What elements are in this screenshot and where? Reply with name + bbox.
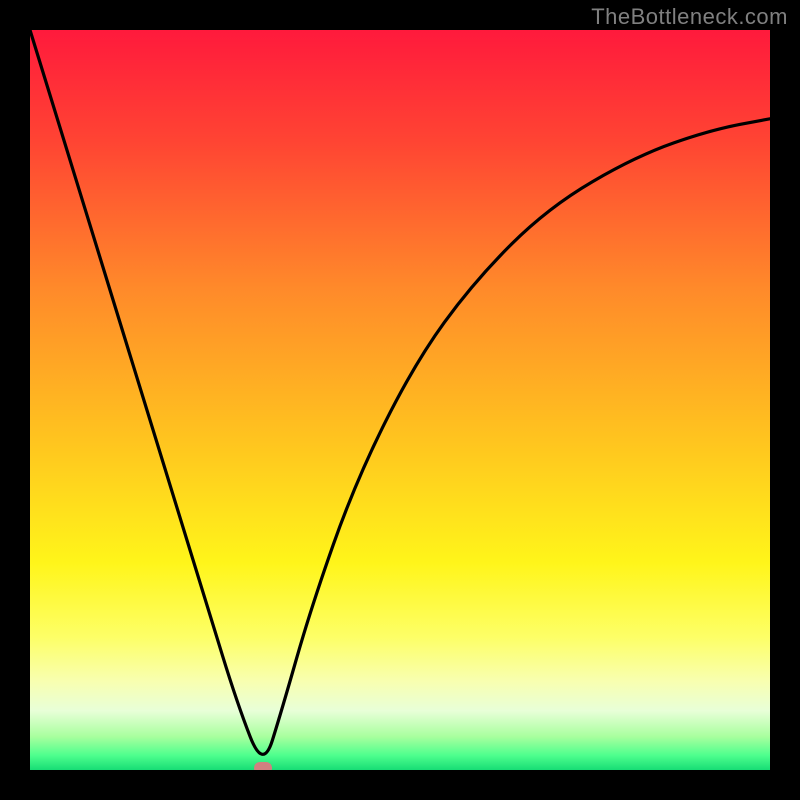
watermark-text: TheBottleneck.com — [591, 4, 788, 30]
chart-frame: TheBottleneck.com — [0, 0, 800, 800]
min-marker — [254, 762, 272, 770]
plot-area — [30, 30, 770, 770]
bottleneck-curve — [30, 30, 770, 770]
